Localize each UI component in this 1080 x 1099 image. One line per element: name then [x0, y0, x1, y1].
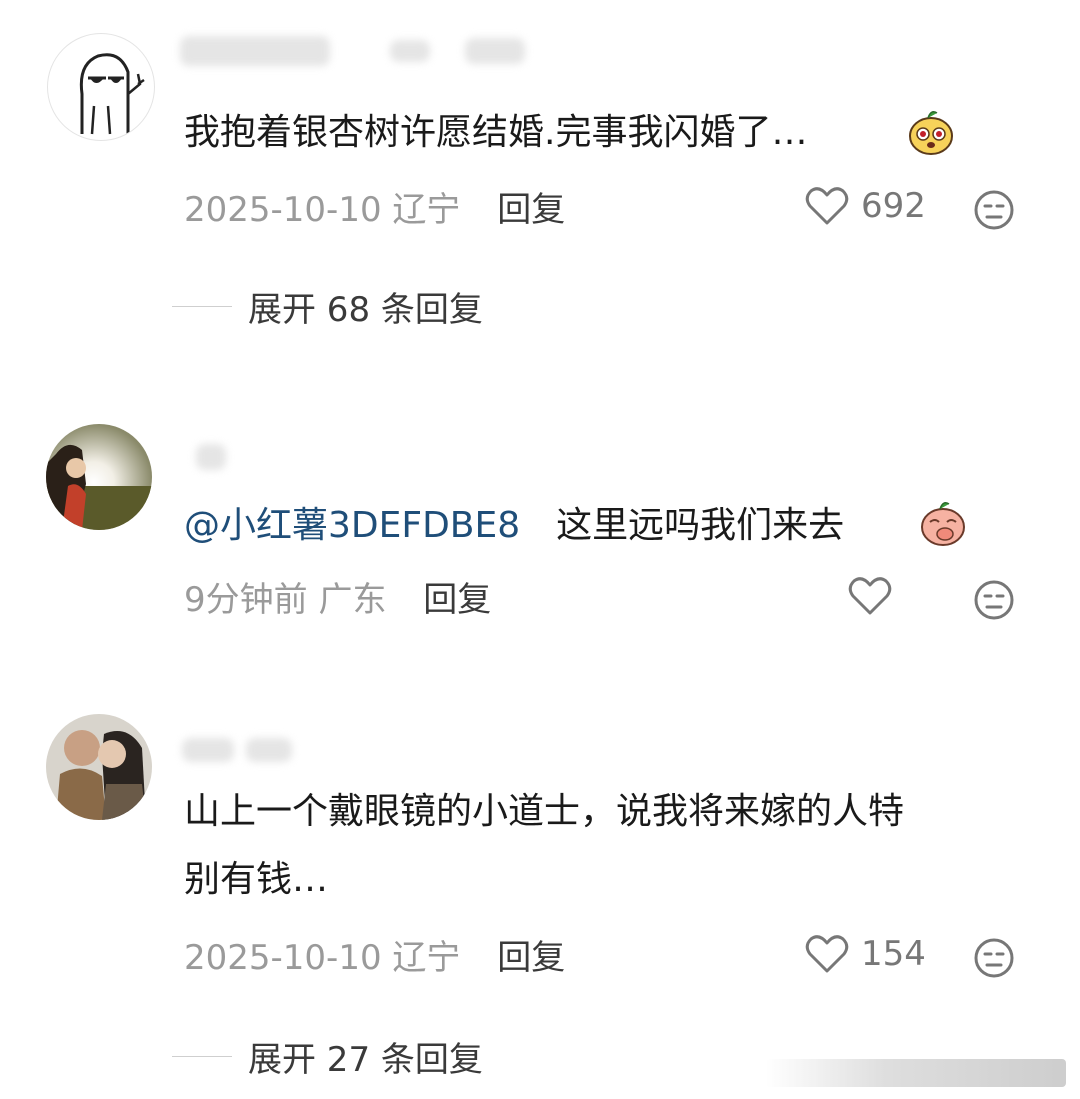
reply-button[interactable]: 回复 — [497, 938, 565, 978]
username-blurred[interactable] — [180, 36, 330, 66]
username-blurred — [246, 738, 292, 762]
thread-divider — [172, 306, 232, 307]
comment-text-continued: 别有钱… — [184, 859, 329, 900]
comment-meta: 2025-10-10 辽宁 回复 — [184, 934, 565, 982]
user-avatar[interactable] — [47, 33, 155, 141]
comment-location: 辽宁 — [392, 938, 461, 978]
comment-text: 我抱着银杏树许愿结婚.完事我闪婚了… — [184, 112, 808, 153]
sunglasses-doodle-avatar — [79, 53, 145, 135]
meh-face-icon — [974, 580, 1014, 620]
username-blurred[interactable] — [182, 738, 234, 762]
username-blurred — [465, 38, 525, 64]
comment-list: 我抱着银杏树许愿结婚.完事我闪婚了… 2025-10-10 辽宁 回复 692 — [0, 0, 1080, 1099]
comment-text: 山上一个戴眼镜的小道士，说我将来嫁的人特 — [184, 791, 905, 832]
user-avatar[interactable] — [46, 714, 152, 820]
comment-meta: 9分钟前 广东 回复 — [184, 576, 491, 624]
heart-outline-icon — [805, 187, 849, 225]
comment-location: 广东 — [318, 580, 387, 620]
reply-button[interactable]: 回复 — [423, 580, 491, 620]
comment-date: 9分钟前 — [184, 580, 308, 620]
couple-photo-avatar — [46, 714, 152, 820]
like-button[interactable]: 154 — [805, 934, 926, 974]
comment-meta: 2025-10-10 辽宁 回复 — [184, 186, 565, 234]
watermark-blurred — [766, 1059, 1066, 1087]
dislike-button[interactable] — [973, 579, 1015, 625]
comment-text: @小红薯3DEFDBE8 这里远吗我们来去 — [184, 500, 844, 552]
like-count: 692 — [861, 186, 926, 226]
expand-replies-button[interactable]: 展开 27 条回复 — [172, 1032, 483, 1081]
like-count: 154 — [861, 934, 926, 974]
comment-body: 这里远吗我们来去 — [556, 505, 845, 546]
dislike-button[interactable] — [973, 937, 1015, 983]
username-blurred[interactable] — [196, 444, 226, 470]
comment-location: 辽宁 — [392, 190, 461, 230]
username-blurred — [390, 40, 430, 62]
expand-replies-label: 展开 68 条回复 — [248, 290, 483, 330]
meh-face-icon — [974, 190, 1014, 230]
portrait-photo-avatar — [46, 424, 152, 530]
mention-link[interactable]: @小红薯3DEFDBE8 — [184, 505, 520, 546]
like-button[interactable]: 692 — [805, 186, 926, 226]
user-avatar[interactable] — [46, 424, 152, 530]
reply-button[interactable]: 回复 — [497, 190, 565, 230]
dislike-button[interactable] — [973, 189, 1015, 235]
heart-outline-icon — [848, 577, 892, 615]
peach-emoji-icon — [906, 107, 956, 161]
heart-outline-icon — [805, 935, 849, 973]
meh-face-icon — [974, 938, 1014, 978]
comment-date: 2025-10-10 — [184, 190, 382, 230]
peach-emoji-icon — [918, 498, 968, 552]
comment-date: 2025-10-10 — [184, 938, 382, 978]
thread-divider — [172, 1056, 232, 1057]
like-button[interactable] — [848, 576, 904, 616]
expand-replies-button[interactable]: 展开 68 条回复 — [172, 282, 483, 331]
expand-replies-label: 展开 27 条回复 — [248, 1040, 483, 1080]
